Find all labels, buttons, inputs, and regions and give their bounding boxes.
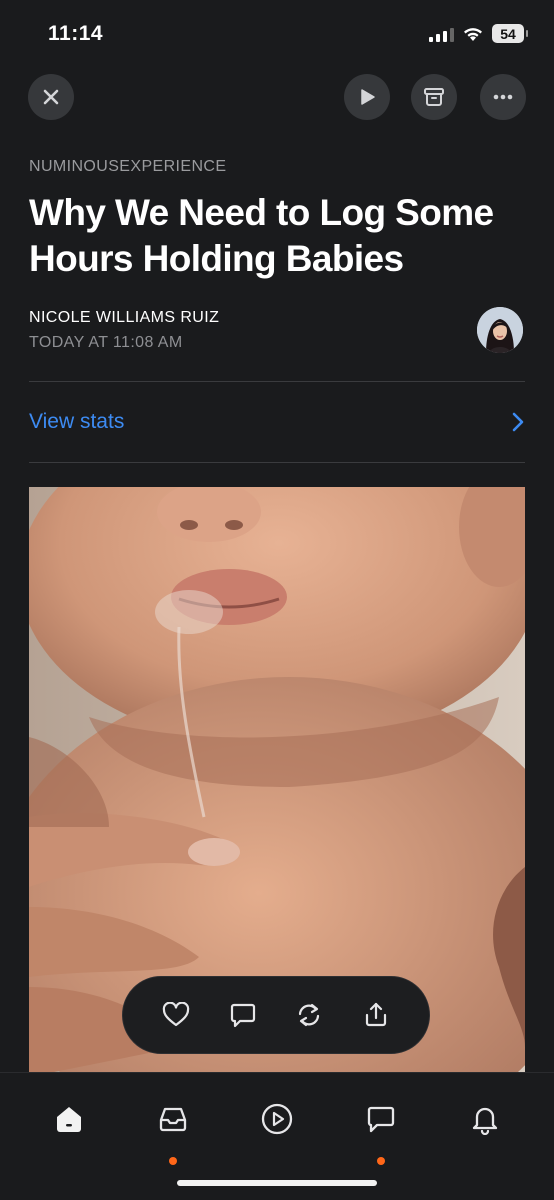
chat-badge	[377, 1157, 385, 1165]
battery-level: 54	[500, 25, 516, 42]
chat-icon	[367, 1106, 395, 1133]
share-icon	[365, 1002, 386, 1027]
archive-button[interactable]	[411, 74, 457, 120]
divider	[29, 381, 525, 382]
status-bar: 11:14 54	[0, 0, 554, 70]
close-icon	[43, 89, 59, 105]
archive-icon	[424, 88, 444, 106]
home-icon	[57, 1107, 81, 1132]
post-actions-bar	[122, 976, 430, 1054]
status-time: 11:14	[48, 22, 104, 45]
restack-button[interactable]	[289, 995, 329, 1035]
publication-name[interactable]: NUMINOUSEXPERIENCE	[29, 158, 226, 176]
post-date: TODAY AT 11:08 AM	[29, 334, 183, 351]
tab-inbox[interactable]	[145, 1091, 201, 1165]
tab-video[interactable]	[249, 1091, 305, 1147]
post-title: Why We Need to Log Some Hours Holding Ba…	[29, 192, 494, 279]
restack-icon	[299, 1003, 320, 1027]
status-icons: 54	[429, 24, 528, 43]
play-icon	[361, 89, 375, 105]
tab-notifications[interactable]	[457, 1091, 513, 1147]
share-button[interactable]	[356, 995, 396, 1035]
comment-icon	[230, 1003, 255, 1028]
home-indicator	[177, 1180, 377, 1186]
heart-icon	[163, 1002, 190, 1027]
bell-icon	[472, 1107, 498, 1135]
more-icon	[493, 94, 513, 100]
view-stats-link[interactable]: View stats	[29, 410, 124, 434]
play-circle-icon	[261, 1103, 293, 1135]
comment-button[interactable]	[223, 995, 263, 1035]
author-avatar[interactable]	[477, 307, 523, 353]
inbox-badge	[169, 1157, 177, 1165]
inbox-icon	[159, 1107, 187, 1132]
like-button[interactable]	[156, 995, 196, 1035]
cellular-signal-icon	[429, 26, 454, 42]
more-options-button[interactable]	[480, 74, 526, 120]
battery-icon: 54	[492, 24, 528, 43]
tab-home[interactable]	[41, 1091, 97, 1147]
wifi-icon	[464, 27, 482, 41]
tab-chat[interactable]	[353, 1091, 409, 1165]
divider	[29, 462, 525, 463]
chevron-right-icon	[512, 412, 524, 432]
view-stats-row[interactable]: View stats	[29, 392, 525, 452]
close-button[interactable]	[28, 74, 74, 120]
author-name[interactable]: NICOLE WILLIAMS RUIZ	[29, 309, 219, 327]
play-audio-button[interactable]	[344, 74, 390, 120]
